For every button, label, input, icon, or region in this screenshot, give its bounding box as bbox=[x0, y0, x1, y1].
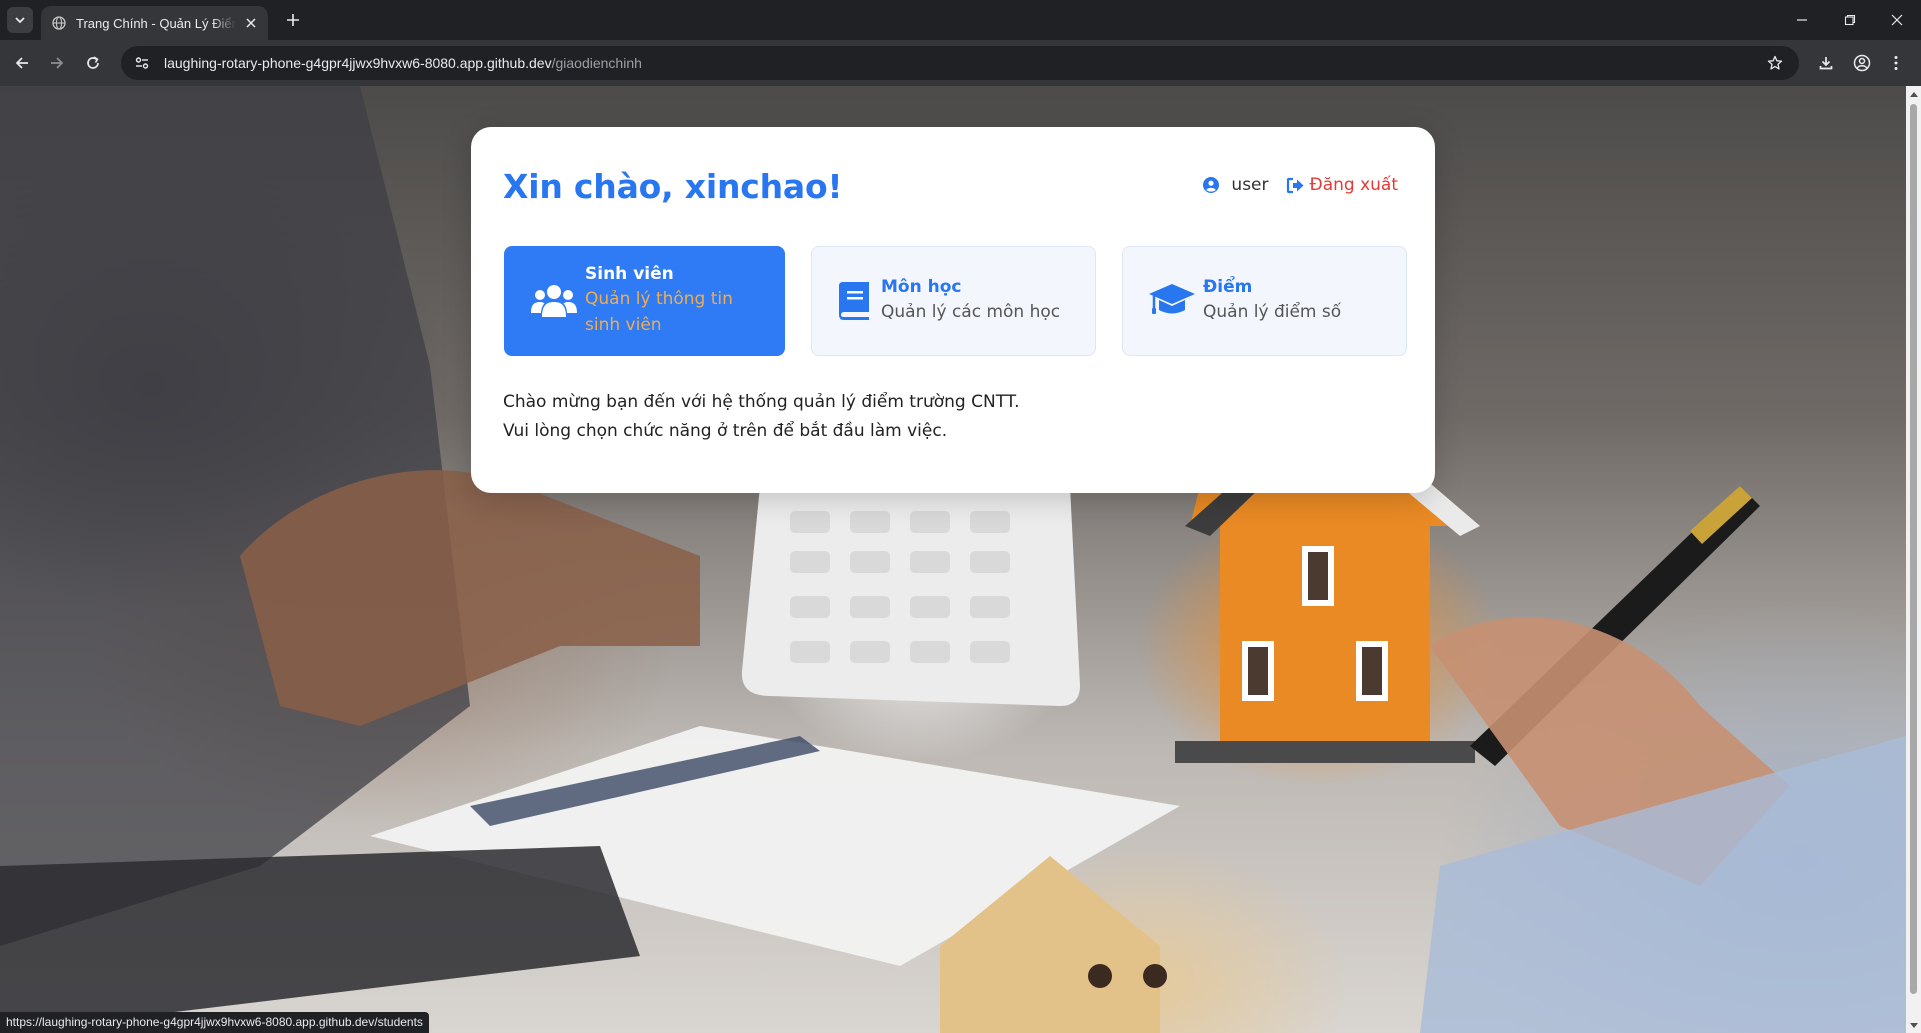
user-area: user Đăng xuất bbox=[1202, 175, 1398, 195]
tab-title: Trang Chính - Quản Lý Điểm Trường CNTT bbox=[76, 15, 236, 31]
logout-link[interactable]: Đăng xuất bbox=[1286, 175, 1398, 195]
users-icon bbox=[531, 281, 577, 321]
welcome-line-2: Vui lòng chọn chức năng ở trên để bắt đầ… bbox=[503, 421, 948, 441]
new-tab-button[interactable] bbox=[282, 9, 304, 31]
tile-grades-desc: Quản lý điểm số bbox=[1203, 302, 1342, 322]
scroll-down-arrow-icon[interactable] bbox=[1906, 1018, 1921, 1033]
tile-subjects-title: Môn học bbox=[881, 277, 962, 297]
browser-tab[interactable]: Trang Chính - Quản Lý Điểm Trường CNTT bbox=[41, 6, 268, 40]
tile-grades-title: Điểm bbox=[1203, 277, 1253, 297]
profile-button[interactable] bbox=[1850, 51, 1874, 75]
page-scrollbar[interactable] bbox=[1906, 86, 1921, 1033]
welcome-line-1: Chào mừng bạn đến với hệ thống quản lý đ… bbox=[503, 392, 1020, 412]
browser-toolbar: laughing-rotary-phone-g4gpr4jjwx9hvxw6-8… bbox=[0, 40, 1921, 86]
reload-button[interactable] bbox=[81, 51, 105, 75]
url-path: /giaodienchinh bbox=[551, 55, 642, 71]
close-window-button[interactable] bbox=[1885, 8, 1909, 32]
arrow-right-icon bbox=[51, 57, 64, 69]
forward-button[interactable] bbox=[45, 51, 69, 75]
scrollbar-thumb[interactable] bbox=[1910, 104, 1917, 994]
more-vertical-icon bbox=[1894, 56, 1898, 70]
downloads-button[interactable] bbox=[1814, 51, 1838, 75]
plus-icon bbox=[287, 14, 299, 26]
tile-subjects-desc: Quản lý các môn học bbox=[881, 302, 1061, 322]
arrow-left-icon bbox=[15, 57, 28, 69]
link-status-bubble: https://laughing-rotary-phone-g4gpr4jjwx… bbox=[0, 1012, 429, 1033]
globe-icon bbox=[51, 15, 67, 31]
tile-students-desc: Quản lý thông tin sinh viên bbox=[585, 289, 733, 335]
minimize-icon bbox=[1797, 19, 1807, 21]
user-circle-icon bbox=[1202, 177, 1219, 194]
graduation-cap-icon bbox=[1149, 281, 1195, 321]
site-info-icon[interactable] bbox=[130, 51, 154, 75]
address-bar[interactable]: laughing-rotary-phone-g4gpr4jjwx9hvxw6-8… bbox=[121, 46, 1799, 80]
account-circle-icon bbox=[1853, 54, 1871, 72]
tab-search-button[interactable] bbox=[7, 7, 33, 33]
back-button[interactable] bbox=[10, 51, 34, 75]
scroll-up-arrow-icon[interactable] bbox=[1906, 86, 1921, 101]
reload-icon bbox=[87, 56, 99, 69]
browser-menu-button[interactable] bbox=[1884, 51, 1908, 75]
url-host: laughing-rotary-phone-g4gpr4jjwx9hvxw6-8… bbox=[164, 55, 552, 71]
tile-students-title: Sinh viên bbox=[585, 264, 674, 284]
close-tab-icon[interactable] bbox=[242, 14, 260, 32]
book-icon bbox=[837, 281, 871, 321]
tile-subjects[interactable]: Môn học Quản lý các môn học bbox=[811, 246, 1096, 356]
bookmark-star-icon[interactable] bbox=[1763, 51, 1787, 75]
tab-bar: Trang Chính - Quản Lý Điểm Trường CNTT bbox=[0, 0, 1921, 40]
close-icon bbox=[1891, 14, 1903, 26]
tile-students[interactable]: Sinh viên Quản lý thông tin sinh viên bbox=[504, 246, 785, 356]
download-icon bbox=[1819, 57, 1833, 70]
restore-icon bbox=[1844, 14, 1856, 26]
tile-grades[interactable]: Điểm Quản lý điểm số bbox=[1122, 246, 1407, 356]
greeting-title: Xin chào, xinchao! bbox=[503, 167, 843, 206]
logout-label: Đăng xuất bbox=[1309, 175, 1398, 195]
sign-out-icon bbox=[1286, 176, 1306, 194]
feature-tiles: Sinh viên Quản lý thông tin sinh viên Mô… bbox=[504, 246, 1407, 356]
url-text: laughing-rotary-phone-g4gpr4jjwx9hvxw6-8… bbox=[164, 55, 642, 71]
user-name: user bbox=[1231, 175, 1269, 195]
page-viewport: Xin chào, xinchao! user Đăng xuất Sinh v… bbox=[0, 86, 1906, 1033]
minimize-button[interactable] bbox=[1790, 8, 1814, 32]
welcome-card: Xin chào, xinchao! user Đăng xuất Sinh v… bbox=[471, 127, 1435, 493]
restore-button[interactable] bbox=[1838, 8, 1862, 32]
chevron-down-icon bbox=[15, 17, 25, 24]
welcome-message: Chào mừng bạn đến với hệ thống quản lý đ… bbox=[503, 388, 1020, 446]
